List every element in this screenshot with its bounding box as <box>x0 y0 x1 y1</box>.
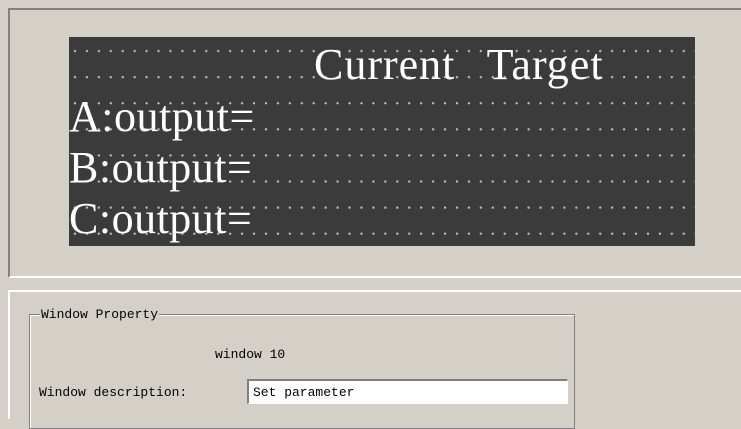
lcd-row-a: A:output= <box>69 92 255 141</box>
lcd-header-text: Current Target <box>314 40 604 89</box>
properties-panel: Window Property window 10 Window descrip… <box>8 290 741 429</box>
lcd-row-c: C:output= <box>69 194 253 243</box>
window-name: window 10 <box>215 347 286 362</box>
group-title: Window Property <box>40 307 160 322</box>
window-property-group: Window Property window 10 Window descrip… <box>29 307 575 429</box>
window-description-label: Window description: <box>39 385 188 400</box>
lcd-screen: Current Target A:output= B:output= C:out… <box>69 37 695 246</box>
lcd-row-b: B:output= <box>69 143 253 192</box>
window-description-input[interactable] <box>247 379 568 404</box>
